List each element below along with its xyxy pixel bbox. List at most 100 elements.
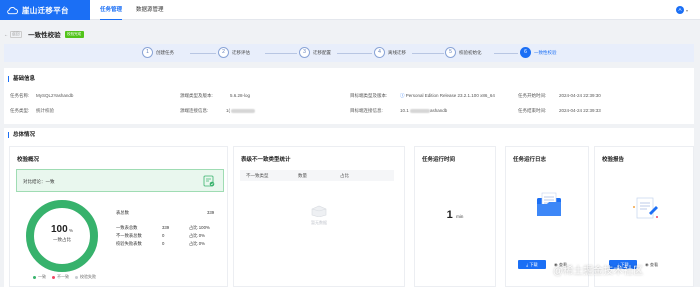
step-connector: [265, 53, 297, 54]
stat-label: 表总数: [116, 210, 129, 215]
target-address-value: 10.1 ashandb: [400, 108, 448, 113]
check-overview-card: 校验概况 对比结论：一致 100 % 一致占比 表总数 339 一致表总数 33…: [9, 146, 228, 287]
stat-percent: 占比 100%: [189, 225, 210, 230]
cloud-logo-icon: [7, 6, 18, 14]
stat-percent: 占比 0%: [189, 233, 205, 238]
source-version-label: 源端类型及版本:: [180, 93, 213, 98]
result-text: 对比结论：一致: [23, 179, 55, 184]
run-time-value: 1: [446, 209, 453, 221]
watermark: @稀土掘金技术社区: [553, 266, 644, 277]
card-title: 校验概况: [17, 157, 40, 163]
task-name-label: 任务名称:: [10, 93, 30, 98]
source-address-value: 1(: [226, 108, 256, 113]
legend-item-failed[interactable]: 校验失败: [75, 274, 96, 280]
task-type-value: 统计校验: [36, 108, 54, 113]
page-header: ← 返回 一致性校验 校验完成: [0, 25, 700, 43]
step-connector: [190, 53, 216, 54]
inconsistent-stats-card: 表级不一致类型统计 不一致类型 数量 占比 暂无数据: [233, 146, 405, 287]
ring-percent-unit: %: [69, 228, 74, 233]
target-version-label: 目标端类型及版本:: [350, 93, 388, 98]
stat-value: 0: [162, 233, 165, 238]
ring-legend: 一致 不一致 校验失败: [33, 274, 102, 280]
step-5[interactable]: 5 校验初始化: [445, 47, 482, 58]
redacted-mask: [410, 108, 431, 113]
section-title-basic-info: 基础信息: [8, 76, 35, 82]
step-connector: [494, 53, 518, 54]
avatar[interactable]: A: [675, 6, 684, 14]
target-version-value: ⓘ Personal Edition Release 23.2.1.100 x8…: [400, 93, 495, 98]
table-header: 不一致类型 数量 占比: [240, 170, 394, 181]
stat-label: 不一致表总数: [116, 233, 142, 238]
empty-box-icon: [311, 205, 327, 217]
stat-percent: 占比 0%: [189, 241, 205, 246]
step-connector: [337, 53, 372, 54]
stat-value: 339: [162, 225, 170, 230]
ring-percent: 100: [50, 224, 68, 235]
step-label: 迁移配置: [313, 49, 331, 55]
empty-text: 暂无数据: [311, 220, 327, 225]
legend-item-inconsistent[interactable]: 不一致: [52, 274, 69, 280]
target-address-label: 目标端连接信息:: [350, 108, 383, 113]
card-title: 校验报告: [602, 157, 625, 163]
card-title: 任务运行时间: [422, 157, 456, 163]
chevron-down-icon[interactable]: ▾: [686, 8, 688, 13]
download-label: 下载: [529, 262, 538, 267]
ring-center: 100 % 一致占比: [24, 224, 100, 243]
start-time-label: 任务开始时间:: [518, 93, 547, 98]
run-time-card: 任务运行时间 1 min: [414, 146, 496, 287]
top-bar: 崖山迁移平台 任务管理 数据源管理 A ▾: [0, 0, 700, 20]
app-title: 崖山迁移平台: [22, 5, 69, 15]
source-version-value: 5.6.28-log: [230, 93, 251, 98]
nav-task-management[interactable]: 任务管理: [100, 0, 123, 20]
step-number: 3: [299, 47, 310, 58]
step-number: 4: [374, 47, 385, 58]
end-time-value: 2024-04-24 22:39:33: [559, 108, 601, 113]
log-download-button[interactable]: ⤓ 下载: [518, 260, 546, 269]
stat-label: 一致表总数: [116, 225, 138, 230]
card-title: 任务运行日志: [513, 157, 547, 163]
redacted-mask: [231, 108, 256, 113]
stat-value: 339: [207, 210, 215, 215]
step-6[interactable]: 6 一致性校验: [520, 47, 557, 58]
source-address-label: 源端连接信息:: [180, 108, 209, 113]
run-time-display: 1 min: [415, 209, 495, 221]
run-time-unit: min: [456, 214, 464, 219]
nav-datasource-management[interactable]: 数据源管理: [136, 0, 164, 20]
view-label: 查看: [649, 262, 659, 267]
user-menu[interactable]: A ▾: [675, 6, 688, 14]
back-label: 返回: [9, 30, 23, 38]
legend-dot: [75, 275, 78, 279]
task-name-value: MySQL2Yashandb: [36, 93, 74, 98]
step-connector: [412, 53, 444, 54]
step-2[interactable]: 2 迁移评估: [218, 47, 250, 58]
step-4[interactable]: 4 离线迁移: [374, 47, 406, 58]
progress-steps: 1 创建任务 2 迁移评估 3 迁移配置 4 离线迁移 5 校验初始化 6 一致…: [4, 44, 694, 62]
main-nav: 任务管理 数据源管理: [100, 0, 178, 20]
step-label: 创建任务: [156, 49, 174, 55]
legend-label: 一致: [38, 274, 46, 279]
stat-label: 校验失败表数: [116, 241, 142, 246]
result-box: 对比结论：一致: [16, 169, 224, 192]
report-check-icon: [203, 175, 215, 187]
report-document-icon: [633, 197, 658, 219]
step-label: 迁移评估: [232, 49, 250, 55]
arrow-left-icon: ←: [4, 31, 8, 37]
column-header: 不一致类型: [246, 172, 269, 178]
brand[interactable]: 崖山迁移平台: [0, 0, 90, 20]
step-1[interactable]: 1 创建任务: [142, 47, 174, 58]
legend-item-consistent[interactable]: 一致: [33, 274, 46, 280]
step-label: 校验初始化: [459, 49, 482, 55]
status-badge: 校验完成: [64, 30, 84, 38]
start-time-value: 2024-04-24 22:39:30: [559, 93, 601, 98]
step-label: 离线迁移: [388, 49, 406, 55]
folder-document-icon: [537, 192, 561, 216]
step-3[interactable]: 3 迁移配置: [299, 47, 331, 58]
column-header: 占比: [340, 172, 349, 178]
task-type-label: 任务类型:: [10, 108, 30, 113]
back-button[interactable]: ← 返回: [4, 30, 23, 38]
legend-dot: [52, 275, 55, 279]
step-label: 一致性校验: [534, 49, 557, 55]
ring-sub-label: 一致占比: [53, 237, 71, 242]
report-view-link[interactable]: ◉ 查看: [645, 262, 658, 268]
basic-info-panel: 基础信息 任务名称: MySQL2Yashandb 任务类型: 统计校验 源端类…: [4, 68, 694, 124]
